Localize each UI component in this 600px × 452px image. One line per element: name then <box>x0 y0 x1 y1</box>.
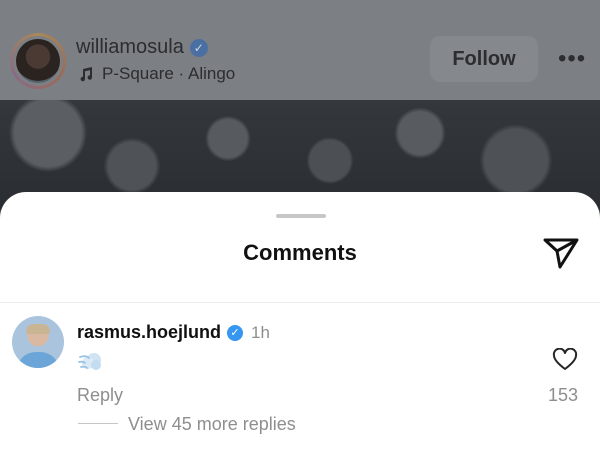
comment-timestamp: 1h <box>251 322 270 342</box>
follow-button[interactable]: Follow <box>430 36 538 82</box>
comment-like-count: 153 <box>547 385 579 405</box>
verified-badge-icon: ✓ <box>227 324 244 341</box>
view-more-replies-button[interactable]: View 45 more replies <box>128 414 296 435</box>
post-header: williamosula ✓ P-Square · Alingo Follow … <box>0 0 600 100</box>
heart-like-icon[interactable] <box>552 347 578 377</box>
share-send-icon[interactable] <box>542 236 580 275</box>
post-author-username[interactable]: williamosula <box>76 36 184 59</box>
sheet-title: Comments <box>243 240 357 265</box>
post-music-row[interactable]: P-Square · Alingo <box>78 64 235 84</box>
more-options-icon[interactable]: ••• <box>558 47 586 71</box>
comments-sheet: Comments rasmus.hoejlund ✓ 1h Reply 153 … <box>0 192 600 452</box>
commenter-avatar[interactable] <box>12 316 64 368</box>
comment-header: rasmus.hoejlund ✓ 1h <box>77 322 270 343</box>
cloud-with-wind-emoji-icon <box>78 349 104 378</box>
music-note-icon <box>78 66 94 82</box>
sheet-divider <box>0 302 600 303</box>
reply-button[interactable]: Reply <box>77 385 123 406</box>
sheet-drag-handle[interactable] <box>276 214 326 218</box>
post-author-row[interactable]: williamosula ✓ <box>76 36 208 59</box>
post-music-label: P-Square · Alingo <box>102 64 236 83</box>
verified-badge-icon: ✓ <box>189 38 208 57</box>
replies-connector-line <box>78 423 118 424</box>
commenter-username[interactable]: rasmus.hoejlund <box>77 322 221 343</box>
post-author-avatar[interactable] <box>10 33 66 89</box>
